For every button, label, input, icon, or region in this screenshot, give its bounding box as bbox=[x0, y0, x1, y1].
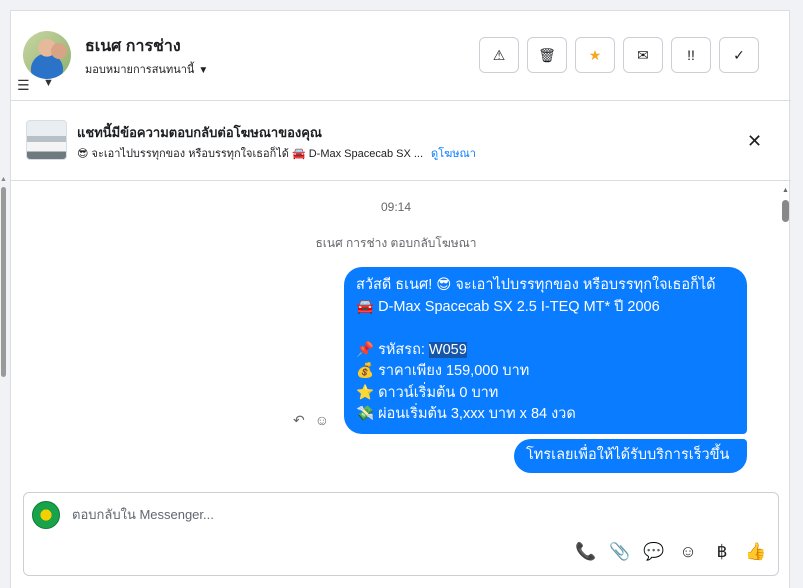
warning-icon: ⚠ bbox=[492, 46, 506, 63]
payment-icon[interactable]: ฿ bbox=[712, 541, 732, 563]
header-toolbar: ⚠ 🗑 ★ ✉ !! ✓ bbox=[479, 37, 759, 73]
star-button[interactable]: ★ bbox=[575, 37, 615, 73]
conversation-header: ☰ ▼ ธเนศ การช่าง มอบหมายการสนทนานี้ ▼ ⚠ 🗑… bbox=[11, 11, 791, 101]
emoji-icon[interactable]: ☺ bbox=[678, 541, 698, 563]
call-icon[interactable]: 📞 bbox=[575, 541, 596, 563]
follow-up-button[interactable]: !! bbox=[671, 37, 711, 73]
trash-icon: 🗑 bbox=[538, 46, 556, 63]
thread-scroll-thumb[interactable] bbox=[782, 200, 789, 222]
star-icon: ★ bbox=[588, 46, 602, 63]
assign-label: มอบหมายการสนทนานี้ bbox=[85, 64, 195, 76]
left-scroll-thumb[interactable] bbox=[1, 187, 6, 377]
scroll-up-arrow[interactable]: ▲ bbox=[781, 186, 790, 196]
message-line bbox=[356, 318, 735, 340]
ad-banner-subtitle: 😎 จะเอาไปบรรทุกของ หรือบรรทุกใจเธอก็ได้ … bbox=[77, 144, 476, 162]
envelope-icon: ✉ bbox=[637, 46, 649, 63]
delete-button[interactable]: 🗑 bbox=[527, 37, 567, 73]
ad-snippet: 😎 จะเอาไปบรรทุกของ หรือบรรทุกใจเธอก็ได้ … bbox=[77, 148, 424, 160]
message-line: 💰 ราคาเพียง 159,000 บาท bbox=[356, 363, 530, 379]
message-timestamp: 09:14 bbox=[380, 200, 412, 214]
message-line: ⭐ ดาวน์เริ่มต้น 0 บาท bbox=[356, 384, 499, 401]
mark-unread-button[interactable]: ✉ bbox=[623, 37, 663, 73]
react-emoji-icon[interactable]: ☺ bbox=[315, 412, 329, 429]
message-line: 📌 รหัสรถ: W059 bbox=[356, 340, 735, 362]
exclamation-icon: !! bbox=[687, 47, 695, 63]
reply-input[interactable] bbox=[72, 507, 752, 522]
close-icon[interactable]: ✕ bbox=[747, 131, 762, 152]
ad-banner-title: แชทนี้มีข้อความตอบกลับต่อโฆษณาของคุณ bbox=[77, 125, 322, 140]
system-message: ธเนศ การช่าง ตอบกลับโฆษณา bbox=[315, 236, 477, 250]
message-bubble[interactable]: สวัสดี ธเนศ! 😎 จะเอาไปบรรทุกของ หรือบรรท… bbox=[344, 267, 747, 434]
contact-name[interactable]: ธเนศ การช่าง bbox=[85, 34, 181, 59]
app-root: ▲ ☰ ▼ ธเนศ การช่าง มอบหมายการสนทนานี้ ▼ ⚠… bbox=[0, 0, 803, 588]
message-actions: ↶ ☺ bbox=[293, 412, 329, 429]
page-avatar bbox=[32, 501, 60, 529]
message-line: 💸 ผ่อนเริ่มต้น 3,xxx บาท x 84 งวด bbox=[356, 406, 576, 422]
message-thread: 09:14 ธเนศ การช่าง ตอบกลับโฆษณา สวัสดี ธ… bbox=[11, 181, 791, 491]
ad-thumbnail[interactable] bbox=[26, 120, 67, 160]
chevron-down-icon[interactable]: ▼ bbox=[43, 77, 54, 89]
code-label: 📌 รหัสรถ: bbox=[356, 341, 429, 358]
left-scrollbar[interactable]: ▲ bbox=[0, 175, 7, 405]
ad-reply-banner: แชทนี้มีข้อความตอบกลับต่อโฆษณาของคุณ 😎 จ… bbox=[11, 101, 791, 181]
message-line: สวัสดี ธเนศ! 😎 จะเอาไปบรรทุกของ หรือบรรท… bbox=[356, 277, 716, 293]
attach-icon[interactable]: 📎 bbox=[609, 541, 630, 563]
thread-scrollbar[interactable]: ▲ bbox=[781, 186, 790, 486]
message-composer: 📞 📎 💬 ☺ ฿ 👍 bbox=[23, 492, 779, 576]
contact-avatar[interactable] bbox=[23, 31, 71, 79]
composer-toolbar: 📞 📎 💬 ☺ ฿ 👍 bbox=[575, 541, 766, 563]
scroll-up-arrow[interactable]: ▲ bbox=[0, 175, 7, 185]
done-button[interactable]: ✓ bbox=[719, 37, 759, 73]
report-button[interactable]: ⚠ bbox=[479, 37, 519, 73]
chevron-down-icon: ▼ bbox=[198, 65, 209, 76]
filter-sliders-icon[interactable]: ☰ bbox=[17, 77, 30, 94]
vehicle-code: W059 bbox=[428, 341, 467, 358]
message-line: 🚘 D-Max Spacecab SX 2.5 I-TEQ MT* ปี 200… bbox=[356, 298, 660, 315]
check-icon: ✓ bbox=[733, 46, 745, 63]
like-icon[interactable]: 👍 bbox=[745, 541, 766, 563]
view-ad-link[interactable]: ดูโฆษณา bbox=[431, 148, 476, 160]
reply-icon[interactable]: ↶ bbox=[293, 412, 305, 429]
conversation-panel: ☰ ▼ ธเนศ การช่าง มอบหมายการสนทนานี้ ▼ ⚠ 🗑… bbox=[10, 10, 791, 588]
cta-message-bubble[interactable]: โทรเลยเพื่อให้ได้รับบริการเร็วขึ้น bbox=[514, 439, 747, 473]
assign-conversation-dropdown[interactable]: มอบหมายการสนทนานี้ ▼ bbox=[85, 60, 208, 78]
saved-reply-icon[interactable]: 💬 bbox=[643, 541, 664, 563]
